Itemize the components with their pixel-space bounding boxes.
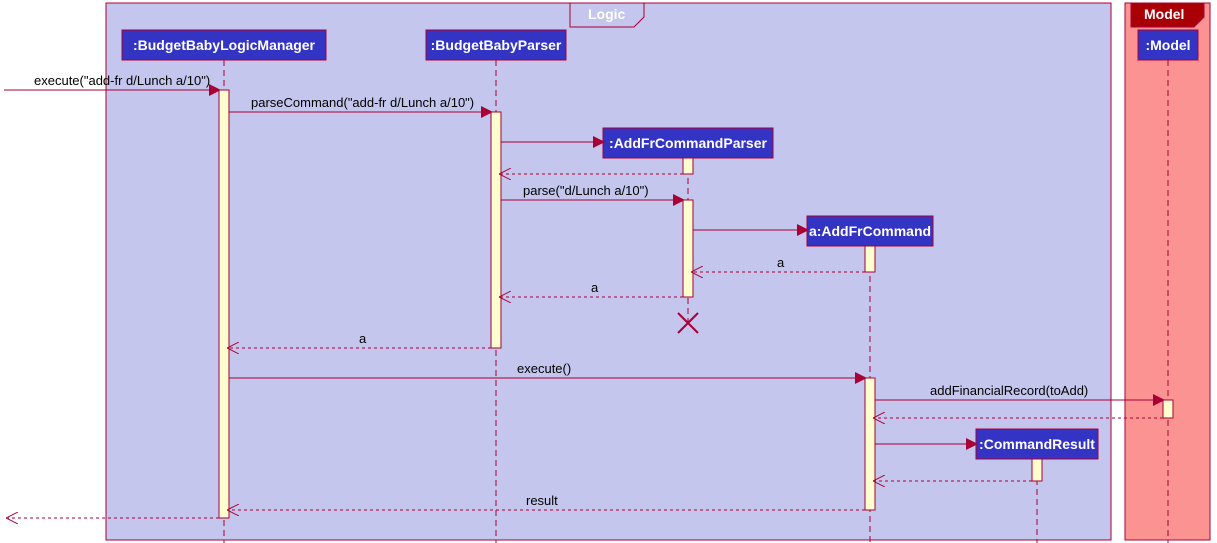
activation-model [1163, 400, 1173, 418]
participant-addfr-parser-label: :AddFrCommandParser [609, 135, 767, 151]
participant-logic-manager-label: :BudgetBabyLogicManager [133, 37, 316, 53]
participant-command-result-label: :CommandResult [979, 436, 1095, 452]
msg-execute-in-label: execute("add-fr d/Lunch a/10") [34, 73, 210, 88]
activation-addfr-parser-parse [683, 200, 693, 297]
msg-parse-command-label: parseCommand("add-fr d/Lunch a/10") [251, 95, 474, 110]
frame-model-title: Model [1144, 6, 1184, 22]
frame-logic: Logic [106, 3, 1111, 540]
activation-addfr-parser-create [683, 158, 693, 174]
participant-addfr-command-label: a:AddFrCommand [809, 223, 931, 239]
participant-model-label: :Model [1145, 37, 1190, 53]
msg-return-a-1-label: a [777, 255, 785, 270]
msg-parse-command: parseCommand("add-fr d/Lunch a/10") [229, 95, 491, 112]
msg-return-a-3-label: a [359, 331, 367, 346]
msg-return-a-2-label: a [591, 280, 599, 295]
activation-addfr-command-execute [865, 378, 875, 510]
activation-parser [491, 112, 501, 348]
activation-command-result [1032, 459, 1042, 481]
msg-execute-command-label: execute() [517, 361, 571, 376]
msg-add-financial-record-label: addFinancialRecord(toAdd) [930, 383, 1088, 398]
activation-addfr-command-create [865, 246, 875, 272]
participant-parser-label: :BudgetBabyParser [431, 37, 562, 53]
msg-return-result-label: result [526, 493, 558, 508]
msg-parse-label: parse("d/Lunch a/10") [523, 183, 649, 198]
frame-logic-title: Logic [588, 6, 626, 22]
activation-logic-manager [219, 90, 229, 518]
msg-execute-in: execute("add-fr d/Lunch a/10") [4, 73, 219, 90]
